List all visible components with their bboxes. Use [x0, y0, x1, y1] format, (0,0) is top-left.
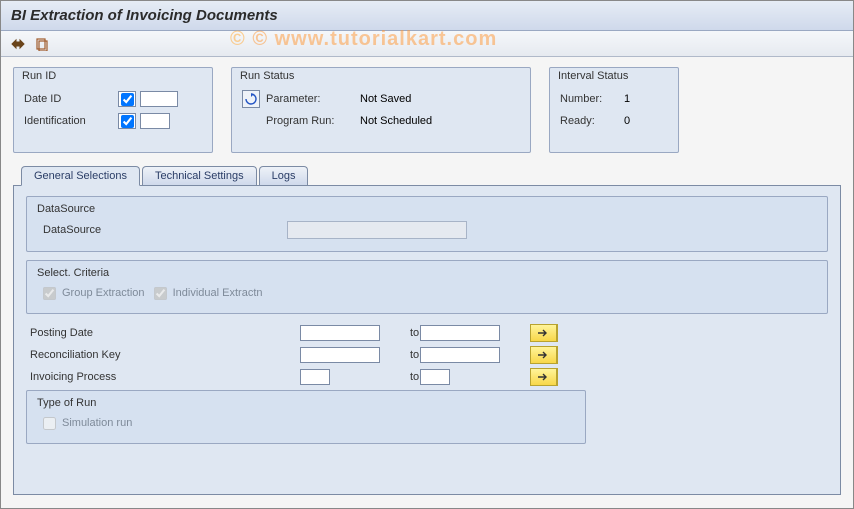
- number-label: Number:: [560, 93, 620, 105]
- interval-status-group: Interval Status Number: 1 Ready: 0: [549, 67, 679, 153]
- ready-value: 0: [624, 115, 630, 127]
- parameter-label: Parameter:: [266, 93, 356, 105]
- posting-date-multiselect-button[interactable]: [530, 324, 558, 342]
- invoicing-process-to-input[interactable]: [420, 369, 450, 385]
- group-extraction-label: Group Extraction: [62, 287, 145, 299]
- posting-date-to-label: to: [380, 327, 420, 339]
- toolbar: [1, 31, 853, 57]
- identification-checkbox[interactable]: [118, 113, 136, 129]
- page-title: BI Extraction of Invoicing Documents: [11, 7, 843, 24]
- individual-extraction-checkbox: Individual Extractn: [148, 283, 263, 303]
- reconciliation-key-multiselect-button[interactable]: [530, 346, 558, 364]
- reconciliation-key-row: Reconciliation Key to: [30, 344, 828, 366]
- date-id-label: Date ID: [24, 93, 114, 105]
- simulation-run-label: Simulation run: [62, 417, 132, 429]
- program-run-value: Not Scheduled: [360, 115, 432, 127]
- invoicing-process-multiselect-button[interactable]: [530, 368, 558, 386]
- top-panels: Run ID Date ID Identification Run Status…: [1, 57, 853, 163]
- copy-icon[interactable]: [33, 35, 51, 53]
- select-criteria-title: Select. Criteria: [37, 267, 817, 279]
- invoicing-process-from-input[interactable]: [300, 369, 330, 385]
- date-id-checkbox[interactable]: [118, 91, 136, 107]
- type-of-run-group: Type of Run Simulation run: [26, 390, 586, 444]
- reconciliation-key-from-input[interactable]: [300, 347, 380, 363]
- datasource-input: [287, 221, 467, 239]
- tab-technical-settings[interactable]: Technical Settings: [142, 166, 257, 185]
- reconciliation-key-to-label: to: [380, 349, 420, 361]
- number-value: 1: [624, 93, 630, 105]
- posting-date-from-input[interactable]: [300, 325, 380, 341]
- execute-icon[interactable]: [9, 35, 27, 53]
- posting-date-row: Posting Date to: [30, 322, 828, 344]
- refresh-icon[interactable]: [242, 90, 260, 108]
- select-criteria-group: Select. Criteria Group Extraction Indivi…: [26, 260, 828, 314]
- parameter-value: Not Saved: [360, 93, 411, 105]
- reconciliation-key-label: Reconciliation Key: [30, 349, 190, 361]
- tabs: General Selections Technical Settings Lo…: [13, 163, 841, 185]
- identification-label: Identification: [24, 115, 114, 127]
- datasource-group-title: DataSource: [37, 203, 817, 215]
- posting-date-to-input[interactable]: [420, 325, 500, 341]
- datasource-label: DataSource: [37, 224, 287, 236]
- tab-area: General Selections Technical Settings Lo…: [1, 163, 853, 495]
- datasource-group: DataSource DataSource: [26, 196, 828, 252]
- ready-label: Ready:: [560, 115, 620, 127]
- tab-general-selections[interactable]: General Selections: [21, 166, 140, 186]
- type-of-run-title: Type of Run: [37, 397, 575, 409]
- identification-input[interactable]: [140, 113, 170, 129]
- invoicing-process-row: Invoicing Process to: [30, 366, 828, 388]
- interval-status-title: Interval Status: [558, 70, 628, 82]
- tab-body: DataSource DataSource Select. Criteria G…: [13, 185, 841, 495]
- program-run-label: Program Run:: [266, 115, 356, 127]
- simulation-run-checkbox: Simulation run: [37, 413, 132, 433]
- tab-logs[interactable]: Logs: [259, 166, 309, 185]
- reconciliation-key-to-input[interactable]: [420, 347, 500, 363]
- run-id-title: Run ID: [22, 70, 56, 82]
- date-id-input[interactable]: [140, 91, 178, 107]
- posting-date-label: Posting Date: [30, 327, 190, 339]
- group-extraction-checkbox: Group Extraction: [37, 283, 145, 303]
- run-status-title: Run Status: [240, 70, 294, 82]
- invoicing-process-label: Invoicing Process: [30, 371, 190, 383]
- run-id-group: Run ID Date ID Identification: [13, 67, 213, 153]
- individual-extraction-label: Individual Extractn: [173, 287, 263, 299]
- run-status-group: Run Status Parameter: Not Saved Program …: [231, 67, 531, 153]
- title-bar: BI Extraction of Invoicing Documents: [1, 1, 853, 31]
- invoicing-process-to-label: to: [380, 371, 420, 383]
